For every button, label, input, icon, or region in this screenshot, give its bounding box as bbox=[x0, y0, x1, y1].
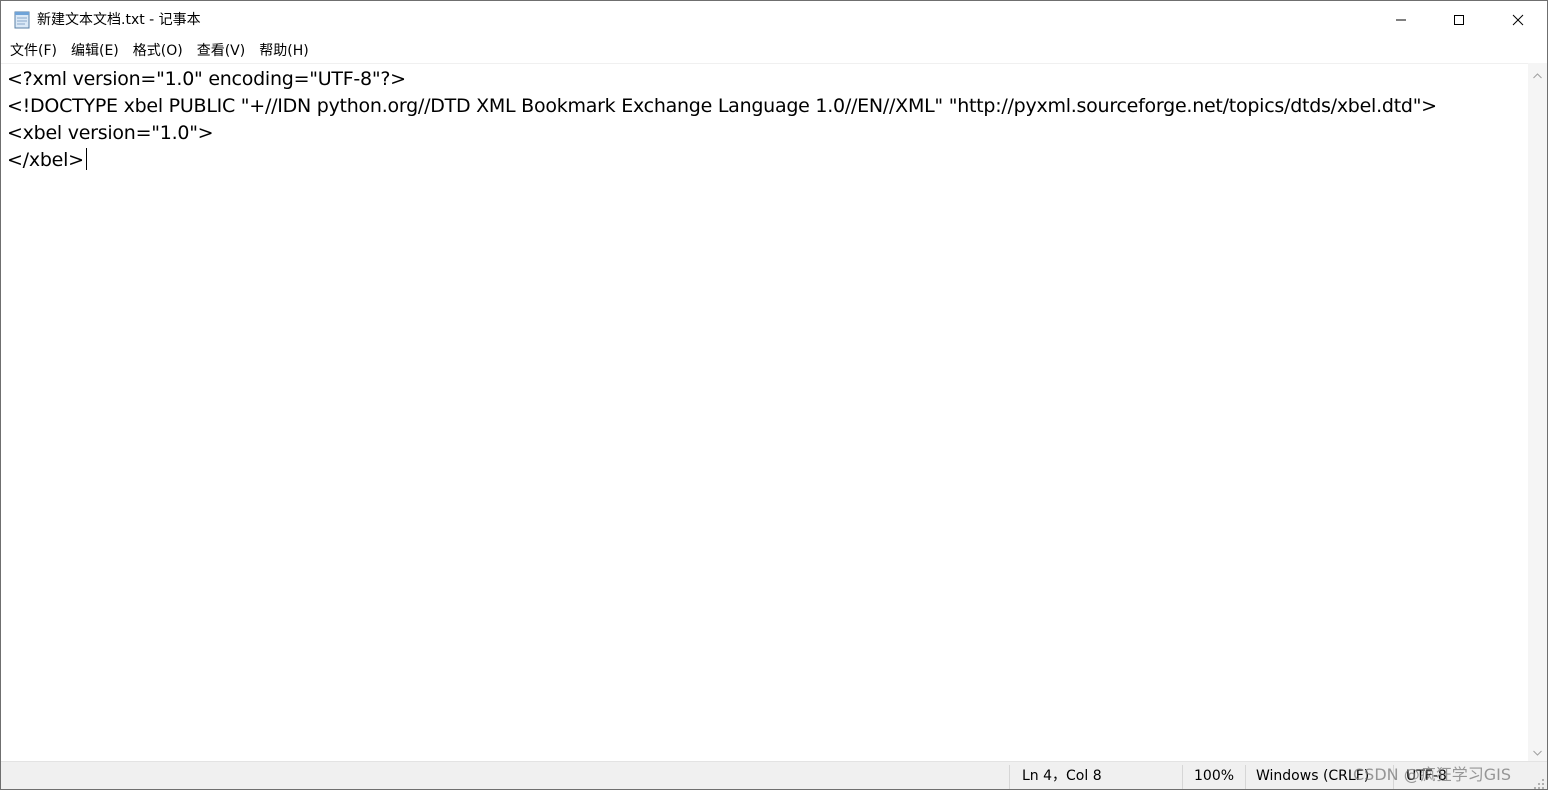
close-icon bbox=[1512, 11, 1524, 30]
close-button[interactable] bbox=[1489, 1, 1547, 39]
editor-line-3[interactable]: <xbel version="1.0"> bbox=[7, 120, 1437, 147]
status-divider bbox=[1245, 765, 1246, 789]
editor-line-4-text: </xbel> bbox=[7, 149, 84, 171]
resize-grip-icon[interactable] bbox=[1533, 775, 1545, 789]
text-editor[interactable]: <?xml version="1.0" encoding="UTF-8"?> <… bbox=[1, 63, 1528, 761]
notepad-icon bbox=[13, 10, 31, 29]
menu-file[interactable]: 文件(F) bbox=[3, 41, 64, 61]
title-bar[interactable]: 新建文本文档.txt - 记事本 bbox=[1, 1, 1547, 39]
editor-content[interactable]: <?xml version="1.0" encoding="UTF-8"?> <… bbox=[7, 66, 1437, 174]
status-bar: Ln 4，Col 8 100% Windows (CRLF) UTF-8 CSD… bbox=[1, 761, 1547, 789]
zoom-level: 100% bbox=[1194, 768, 1235, 784]
maximize-button[interactable] bbox=[1430, 1, 1488, 39]
cursor-position: Ln 4，Col 8 bbox=[1022, 768, 1102, 784]
editor-line-2[interactable]: <!DOCTYPE xbel PUBLIC "+//IDN python.org… bbox=[7, 93, 1437, 120]
text-caret bbox=[85, 148, 87, 170]
editor-line-4[interactable]: </xbel> bbox=[7, 147, 1437, 174]
editor-line-1[interactable]: <?xml version="1.0" encoding="UTF-8"?> bbox=[7, 66, 1437, 93]
notepad-window: 新建文本文档.txt - 记事本 文件(F) 编辑(E) 格式(O) 查看(V)… bbox=[0, 0, 1548, 790]
status-divider bbox=[1182, 765, 1183, 789]
status-divider bbox=[1009, 765, 1010, 789]
watermark: CSDN @疯狂学习GIS bbox=[1353, 765, 1511, 784]
window-title: 新建文本文档.txt - 记事本 bbox=[37, 12, 201, 28]
chevron-down-icon bbox=[1533, 741, 1542, 760]
vertical-scrollbar[interactable] bbox=[1528, 63, 1547, 761]
chevron-up-icon bbox=[1533, 64, 1542, 83]
menu-format[interactable]: 格式(O) bbox=[126, 41, 190, 61]
scroll-up-button[interactable] bbox=[1528, 65, 1547, 82]
menu-edit[interactable]: 编辑(E) bbox=[64, 41, 126, 61]
minimize-button[interactable] bbox=[1372, 1, 1430, 39]
menu-bar: 文件(F) 编辑(E) 格式(O) 查看(V) 帮助(H) bbox=[1, 39, 1547, 63]
scroll-down-button[interactable] bbox=[1528, 742, 1547, 759]
minimize-icon bbox=[1395, 11, 1407, 30]
maximize-icon bbox=[1453, 11, 1465, 30]
menu-help[interactable]: 帮助(H) bbox=[252, 41, 315, 61]
menu-view[interactable]: 查看(V) bbox=[190, 41, 253, 61]
